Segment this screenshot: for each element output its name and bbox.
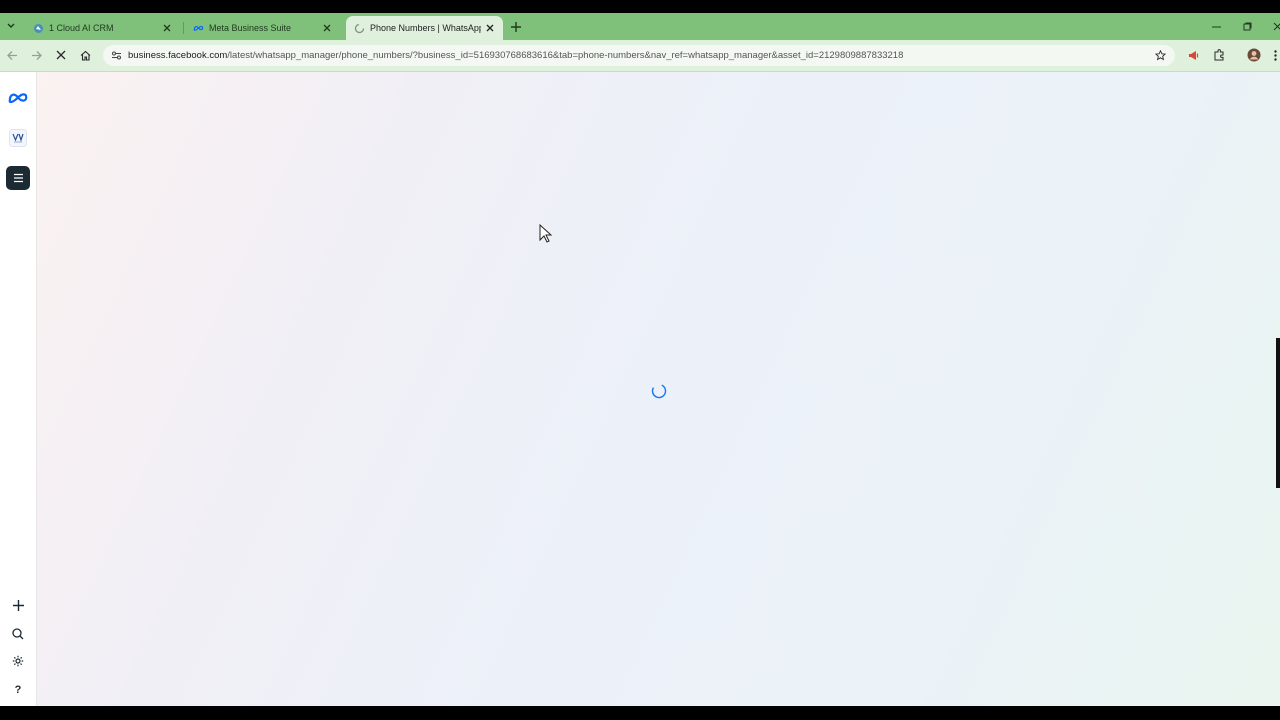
- restore-button[interactable]: [1240, 13, 1254, 40]
- stop-icon: [56, 50, 66, 60]
- back-button[interactable]: [4, 47, 20, 63]
- forward-arrow-icon: [31, 50, 42, 60]
- meta-logo-icon[interactable]: [6, 85, 30, 109]
- browser-menu-button[interactable]: [1271, 47, 1280, 63]
- tab-separator: [183, 22, 184, 34]
- forward-button[interactable]: [28, 47, 44, 63]
- home-button[interactable]: [77, 47, 93, 63]
- close-icon[interactable]: [485, 23, 495, 33]
- settings-button[interactable]: [6, 649, 30, 673]
- create-button[interactable]: [6, 593, 30, 617]
- tab-label: 1 Cloud AI CRM: [49, 23, 114, 33]
- close-icon: [1273, 22, 1280, 31]
- search-icon: [12, 628, 24, 640]
- side-panel-edge: [1276, 338, 1280, 488]
- address-bar[interactable]: business.facebook.com/latest/whatsapp_ma…: [103, 45, 1175, 66]
- extension-announcer-button[interactable]: [1186, 47, 1202, 63]
- back-arrow-icon: [6, 50, 17, 60]
- help-button[interactable]: ?: [6, 678, 30, 702]
- loading-spinner-icon: [651, 383, 667, 399]
- profile-button[interactable]: [1246, 47, 1262, 63]
- hamburger-menu-icon: [13, 173, 23, 183]
- crm-favicon-icon: [33, 23, 44, 34]
- browser-toolbar: business.facebook.com/latest/whatsapp_ma…: [0, 40, 1280, 72]
- close-icon[interactable]: [322, 23, 332, 33]
- chevron-down-icon: [7, 23, 15, 28]
- profile-avatar-icon: [1247, 48, 1261, 62]
- url-path: /latest/whatsapp_manager/phone_numbers/?…: [227, 50, 904, 61]
- tab-label: Phone Numbers | WhatsApp M: [370, 23, 481, 33]
- help-icon: ?: [14, 684, 22, 696]
- url-text: business.facebook.com/latest/whatsapp_ma…: [128, 50, 903, 61]
- all-tools-menu-button[interactable]: [6, 166, 30, 190]
- site-info-icon[interactable]: [109, 49, 123, 63]
- tab-strip: 1 Cloud AI CRM Meta Business Suite Phone…: [0, 13, 1280, 40]
- mouse-cursor-icon: [539, 224, 552, 243]
- megaphone-icon: [1189, 51, 1199, 60]
- business-sidebar: ?: [0, 72, 37, 706]
- tab-search-button[interactable]: [4, 18, 18, 34]
- kebab-menu-icon: [1274, 49, 1277, 61]
- loading-favicon-icon: [354, 23, 365, 34]
- star-icon: [1154, 49, 1166, 60]
- puzzle-icon: [1214, 49, 1224, 61]
- tab-label: Meta Business Suite: [209, 23, 292, 33]
- close-icon[interactable]: [162, 23, 172, 33]
- tab-meta-business-suite[interactable]: Meta Business Suite: [185, 16, 340, 40]
- meta-favicon-icon: [193, 23, 204, 34]
- window-frame-bottom: [0, 706, 1280, 720]
- window-frame-top: [0, 0, 1280, 13]
- home-icon: [80, 50, 90, 61]
- close-window-button[interactable]: [1270, 13, 1280, 40]
- minimize-button[interactable]: [1209, 13, 1223, 40]
- business-avatar[interactable]: [6, 126, 30, 150]
- stop-button[interactable]: [53, 47, 69, 63]
- minimize-icon: [1211, 26, 1221, 28]
- main-content: [37, 72, 1280, 706]
- gear-icon: [12, 655, 24, 667]
- new-tab-button[interactable]: [509, 20, 523, 34]
- plus-icon: [511, 22, 521, 32]
- tab-cloud-crm[interactable]: 1 Cloud AI CRM: [25, 16, 180, 40]
- extensions-button[interactable]: [1211, 47, 1227, 63]
- url-host: business.facebook.com: [128, 50, 228, 61]
- search-button[interactable]: [6, 622, 30, 646]
- tab-phone-numbers[interactable]: Phone Numbers | WhatsApp M: [346, 16, 503, 40]
- plus-icon: [12, 599, 24, 611]
- bookmark-button[interactable]: [1152, 47, 1168, 63]
- restore-icon: [1243, 22, 1251, 31]
